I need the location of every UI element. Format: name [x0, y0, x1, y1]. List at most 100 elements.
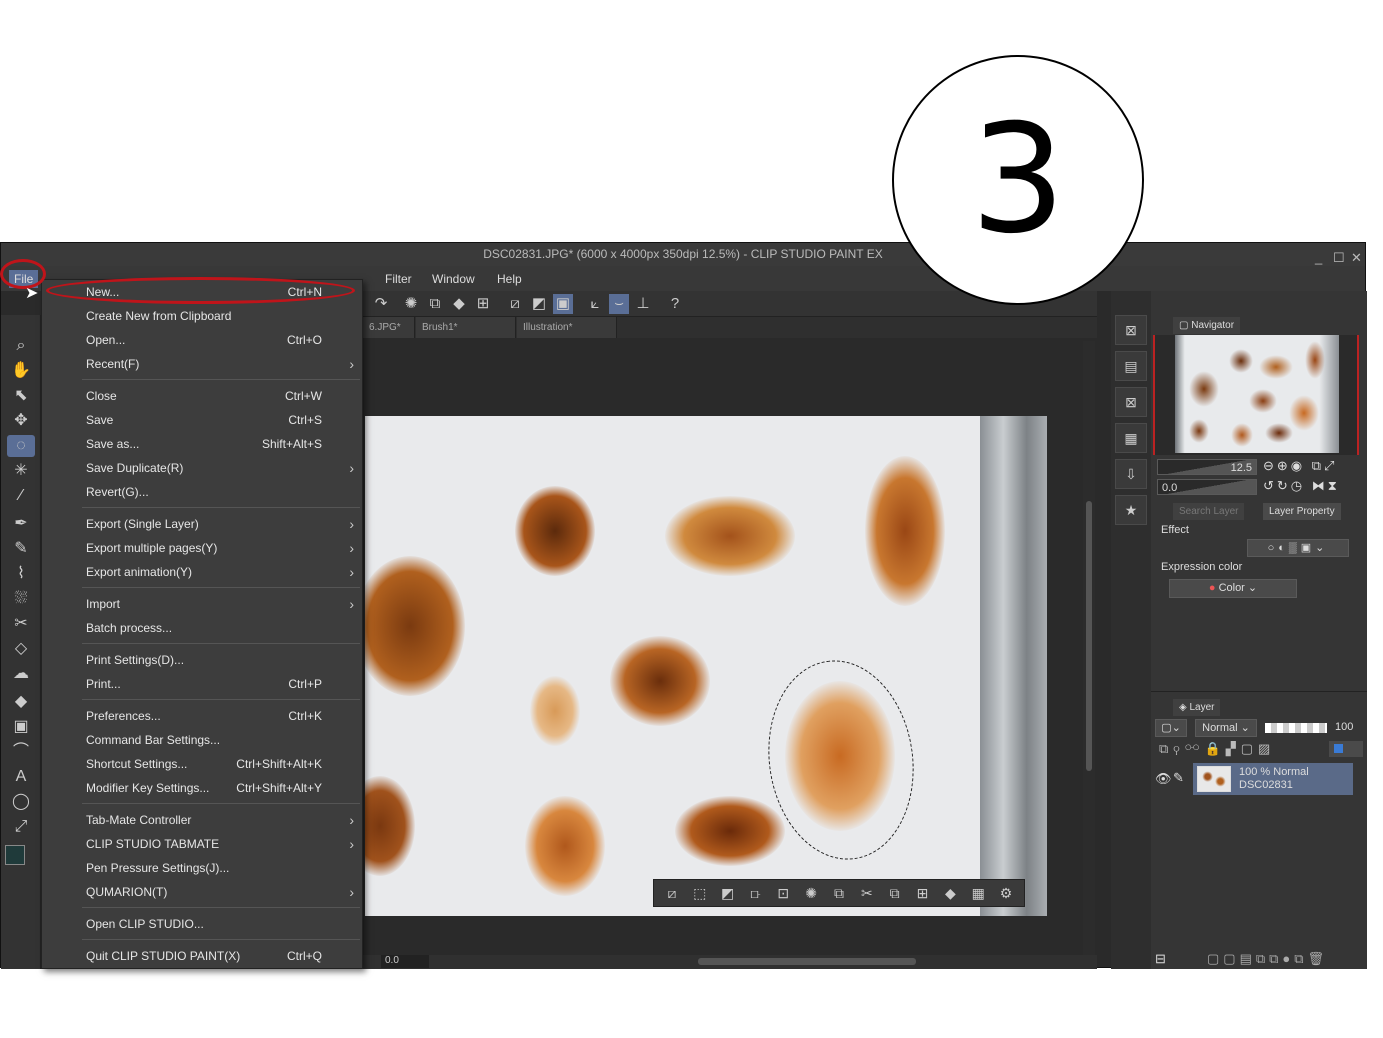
crop-icon[interactable]: ⊞	[473, 294, 493, 314]
settings-icon[interactable]: ⚙	[994, 882, 1018, 904]
grid-snap-icon[interactable]: ⊥	[633, 294, 653, 314]
zoom-tool-icon[interactable]: ⌕	[7, 335, 35, 357]
clear-outside-icon[interactable]: ⧄	[660, 882, 684, 904]
opacity-slider[interactable]	[1265, 723, 1327, 733]
scale-icon[interactable]: ⊡	[771, 882, 795, 904]
fill-icon[interactable]: ◆	[938, 882, 962, 904]
fill-tool-icon[interactable]: ◆	[7, 691, 35, 713]
special-ruler-snap-icon[interactable]: ⌣	[609, 294, 629, 314]
magic-wand-icon[interactable]: ✳	[7, 460, 35, 482]
material-download-icon[interactable]: ⇩	[1115, 459, 1147, 489]
operation-tool-icon[interactable]: ⬉	[7, 385, 35, 407]
shrink-selection-icon[interactable]: ⧉	[827, 882, 851, 904]
menu-item-save-as[interactable]: Save as... Shift+Alt+S	[42, 432, 362, 456]
zoom-slider[interactable]: 12.5	[1157, 459, 1257, 475]
menu-item-open[interactable]: Open... Ctrl+O	[42, 328, 362, 352]
material-favorite-icon[interactable]: ★	[1115, 495, 1147, 525]
material-image-icon[interactable]: ▤	[1115, 351, 1147, 381]
brush-tool-icon[interactable]: ⌇	[7, 563, 35, 585]
pencil-tool-icon[interactable]: ✎	[7, 538, 35, 560]
cut-icon[interactable]: ✂	[855, 882, 879, 904]
text-tool-icon[interactable]: A	[7, 766, 35, 788]
menu-item-recent-f[interactable]: Recent(F) ›	[42, 352, 362, 376]
rotation-value[interactable]: 0.0	[381, 955, 429, 968]
layer-toolbar-icons[interactable]: ⧉⚲⚯🔒▞▢▨	[1159, 741, 1275, 757]
crop-icon[interactable]: ⬚	[688, 882, 712, 904]
gradient-tool-icon[interactable]: ▣	[7, 716, 35, 738]
menu-item-print[interactable]: Print... Ctrl+P	[42, 672, 362, 696]
menu-item-revert-g[interactable]: Revert(G)...	[42, 480, 362, 504]
menu-item-save-duplicate-r[interactable]: Save Duplicate(R) ›	[42, 456, 362, 480]
redo-icon[interactable]: ↷	[371, 294, 391, 314]
blend-tool-icon[interactable]: ☁	[7, 663, 35, 685]
layer-visibility-icon[interactable]: 👁	[1155, 771, 1172, 787]
tab-layer[interactable]: ◈ Layer	[1173, 699, 1221, 716]
horizontal-scrollbar[interactable]	[698, 958, 916, 965]
layer-add-icons[interactable]: ▢▢▤⧉⧉●⧉🗑	[1207, 951, 1328, 967]
eraser-tool-icon[interactable]: ◇	[7, 638, 35, 660]
menu-item-clip-studio-tabmate[interactable]: CLIP STUDIO TABMATE ›	[42, 832, 362, 856]
layer-panel-menu-icon[interactable]: ⊟	[1155, 951, 1166, 967]
menu-item-close[interactable]: Close Ctrl+W	[42, 384, 362, 408]
transform-icon[interactable]: ⟥	[744, 882, 768, 904]
material-tone-icon[interactable]: ▦	[1115, 423, 1147, 453]
menu-help[interactable]: Help	[492, 270, 527, 288]
menu-item-open-clip-studio[interactable]: Open CLIP STUDIO...	[42, 912, 362, 936]
menu-window[interactable]: Window	[427, 270, 480, 288]
menu-item-export-multiple-pages-y[interactable]: Export multiple pages(Y) ›	[42, 536, 362, 560]
decoration-tool-icon[interactable]: ✂	[7, 613, 35, 635]
main-color-swatch[interactable]	[5, 845, 25, 865]
menu-item-shortcut-settings[interactable]: Shortcut Settings... Ctrl+Shift+Alt+K	[42, 752, 362, 776]
expression-color-dropdown[interactable]: ● Color ⌄	[1169, 579, 1297, 598]
ruler-snap-icon[interactable]: ⟀	[585, 294, 605, 314]
rotate-slider[interactable]: 0.0	[1157, 479, 1257, 495]
layer-color-button[interactable]	[1329, 741, 1363, 757]
menu-item-modifier-key-settings[interactable]: Modifier Key Settings... Ctrl+Shift+Alt+Y	[42, 776, 362, 800]
tab-search-layer[interactable]: Search Layer	[1173, 503, 1245, 520]
show-selection-icon[interactable]: ▣	[553, 294, 573, 314]
zoom-controls-icons[interactable]: ⊖⊕◉ ⧉⤢	[1263, 458, 1337, 474]
canvas-image[interactable]	[365, 416, 1047, 916]
menu-item-batch-process[interactable]: Batch process...	[42, 616, 362, 640]
layer-row[interactable]: 100 % Normal DSC02831	[1193, 763, 1353, 795]
menu-item-pen-pressure-settings-j[interactable]: Pen Pressure Settings(J)...	[42, 856, 362, 880]
tab-layer-property[interactable]: Layer Property	[1263, 503, 1341, 520]
eyedropper-icon[interactable]: ⁄	[7, 485, 35, 507]
expand-selection-icon[interactable]: ✺	[799, 882, 823, 904]
move-layer-tool-icon[interactable]: ✥	[7, 410, 35, 432]
menu-item-preferences[interactable]: Preferences... Ctrl+K	[42, 704, 362, 728]
tone-icon[interactable]: ▦	[966, 882, 990, 904]
clear-outside-icon[interactable]: ⧄	[505, 294, 525, 314]
layer-color-dropdown[interactable]: ▢⌄	[1155, 719, 1187, 737]
invert-selection-icon[interactable]: ◩	[529, 294, 549, 314]
pen-tool-icon[interactable]: ✒	[7, 513, 35, 535]
deselect-icon[interactable]: ⧉	[425, 294, 445, 314]
fill-icon[interactable]: ◆	[449, 294, 469, 314]
menu-item-tab-mate-controller[interactable]: Tab-Mate Controller ›	[42, 808, 362, 832]
tab-navigator[interactable]: ▢ Navigator	[1173, 317, 1241, 334]
opacity-value[interactable]: 100	[1335, 721, 1353, 733]
tab-illustration[interactable]: Illustration*	[517, 317, 617, 338]
balloon-tool-icon[interactable]: ◯	[7, 791, 35, 813]
crop-canvas-icon[interactable]: ⊞	[911, 882, 935, 904]
menu-item-command-bar-settings[interactable]: Command Bar Settings...	[42, 728, 362, 752]
copy-icon[interactable]: ⧉	[883, 882, 907, 904]
rotate-controls-icons[interactable]: ↺↻◷ ⧓⧗	[1263, 478, 1340, 494]
menu-item-qumarion-t[interactable]: QUMARION(T) ›	[42, 880, 362, 904]
airbrush-tool-icon[interactable]: ⛆	[7, 588, 35, 610]
tab-brush1[interactable]: Brush1*	[416, 317, 516, 338]
vertical-scrollbar[interactable]	[1083, 341, 1095, 955]
material-close-icon[interactable]: ⊠	[1115, 387, 1147, 417]
menu-item-export-single-layer[interactable]: Export (Single Layer) ›	[42, 512, 362, 536]
navigator-preview[interactable]	[1153, 335, 1359, 455]
menu-item-create-new-from-clipboard[interactable]: Create New from Clipboard	[42, 304, 362, 328]
menu-item-print-settings-d[interactable]: Print Settings(D)...	[42, 648, 362, 672]
select-all-icon[interactable]: ✺	[401, 294, 421, 314]
menu-filter[interactable]: Filter	[380, 270, 417, 288]
blend-mode-dropdown[interactable]: Normal ⌄	[1195, 719, 1257, 737]
menu-item-quit-clip-studio-paint-x[interactable]: Quit CLIP STUDIO PAINT(X) Ctrl+Q	[42, 944, 362, 968]
menu-item-export-animation-y[interactable]: Export animation(Y) ›	[42, 560, 362, 584]
material-icon[interactable]: ⊠	[1115, 315, 1147, 345]
help-icon[interactable]: ?	[665, 294, 685, 314]
menu-item-import[interactable]: Import ›	[42, 592, 362, 616]
